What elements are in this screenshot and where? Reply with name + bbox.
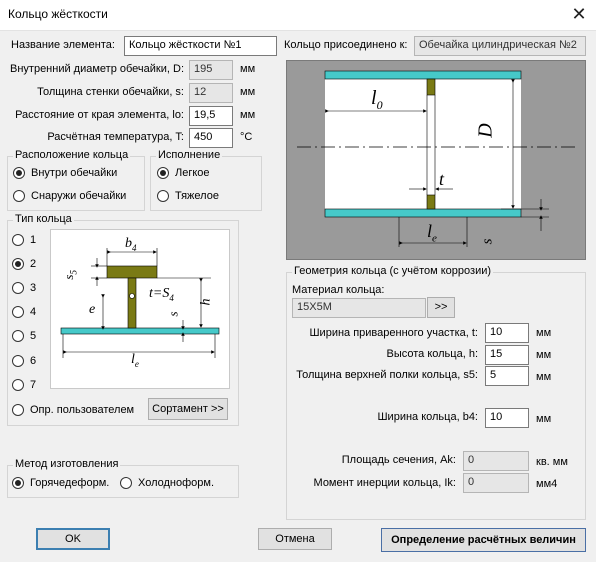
attached-to-label: Кольцо присоединено к: xyxy=(284,39,408,51)
ring-type-diagram xyxy=(60,248,220,358)
ring-width-label: Ширина кольца, b4: xyxy=(377,411,478,423)
inertia-field: 0 xyxy=(463,473,529,493)
d-label: D xyxy=(474,123,497,138)
ring-height-label: Высота кольца, h: xyxy=(386,348,479,360)
ok-button[interactable]: OK xyxy=(36,528,110,550)
inertia-unit: мм4 xyxy=(536,478,558,490)
ring-type-title: Тип кольца xyxy=(13,213,74,225)
ring-type-sketch: b4 s5 t=S4 e s h le xyxy=(50,229,230,389)
ring-location-group xyxy=(7,156,145,211)
design-temp-label: Расчётная температура, T: xyxy=(47,131,184,143)
manufacturing-cold-label[interactable]: Холодноформ. xyxy=(138,477,214,489)
shell-sketch: l0 D t le s xyxy=(286,60,586,260)
s-shell-label: s xyxy=(479,238,496,245)
h-label: h xyxy=(198,298,214,306)
element-name-label: Название элемента: xyxy=(11,39,115,51)
b4-label: b4 xyxy=(125,236,137,253)
ring-type-3-label[interactable]: 3 xyxy=(30,282,36,294)
flange-thickness-input[interactable]: 5 xyxy=(485,366,529,386)
flange-thickness-unit: мм xyxy=(536,371,552,383)
manufacturing-hot-label[interactable]: Горячедеформ. xyxy=(30,477,109,489)
ring-location-outside-label[interactable]: Снаружи обечайки xyxy=(31,190,126,202)
manufacturing-title: Метод изготовления xyxy=(13,458,121,470)
element-name-input[interactable]: Кольцо жёсткости №1 xyxy=(124,36,277,56)
s-label: s xyxy=(165,311,181,317)
ring-type-7-radio[interactable] xyxy=(12,379,24,391)
wall-thickness-unit: мм xyxy=(240,86,256,98)
le-shell-label: le xyxy=(427,221,437,245)
design-temp-input[interactable]: 450 xyxy=(189,128,233,148)
ring-location-title: Расположение кольца xyxy=(13,149,131,161)
inertia-label: Момент инерции кольца, Ik: xyxy=(313,477,456,489)
title-bar: Кольцо жёсткости ✕ xyxy=(0,0,596,31)
ring-location-outside-radio[interactable] xyxy=(13,190,25,202)
inner-diameter-unit: мм xyxy=(240,63,256,75)
edge-distance-input[interactable]: 19,5 xyxy=(189,106,233,126)
weld-width-unit: мм xyxy=(536,327,552,339)
calculate-button[interactable]: Определение расчётных величин xyxy=(381,528,586,552)
execution-heavy-radio[interactable] xyxy=(157,190,169,202)
area-unit: кв. мм xyxy=(536,456,568,468)
manufacturing-cold-radio[interactable] xyxy=(120,477,132,489)
ring-type-7-label[interactable]: 7 xyxy=(30,379,36,391)
t-label: t xyxy=(439,169,445,189)
sortament-button[interactable]: Сортамент >> xyxy=(148,398,228,420)
ring-type-2-label[interactable]: 2 xyxy=(30,258,36,270)
ring-location-inside-label[interactable]: Внутри обечайки xyxy=(31,167,117,179)
edge-distance-label: Расстояние от края элемента, lo: xyxy=(15,109,184,121)
ring-width-input[interactable]: 10 xyxy=(485,408,529,428)
s5-label: s5 xyxy=(60,270,79,280)
l0-label: l0 xyxy=(371,87,383,112)
wall-thickness-label: Толщина стенки обечайки, s: xyxy=(37,86,184,98)
ring-type-user-label[interactable]: Опр. пользователем xyxy=(30,404,134,416)
ring-height-unit: мм xyxy=(536,349,552,361)
ring-type-4-label[interactable]: 4 xyxy=(30,306,36,318)
execution-group xyxy=(150,156,262,211)
ring-type-5-label[interactable]: 5 xyxy=(30,330,36,342)
ring-width-unit: мм xyxy=(536,413,552,425)
cancel-button[interactable]: Отмена xyxy=(258,528,332,550)
material-field: 15Х5М xyxy=(292,298,426,318)
area-label: Площадь сечения, Ak: xyxy=(341,454,456,466)
ring-type-6-radio[interactable] xyxy=(12,355,24,367)
execution-light-label[interactable]: Легкое xyxy=(175,167,210,179)
wall-thickness-field: 12 xyxy=(189,83,233,103)
ring-type-1-label[interactable]: 1 xyxy=(30,234,36,246)
t-eq-label: t=S4 xyxy=(149,286,174,303)
ring-type-2-radio[interactable] xyxy=(12,258,24,270)
material-label: Материал кольца: xyxy=(292,284,385,296)
weld-width-input[interactable]: 10 xyxy=(485,323,529,343)
execution-title: Исполнение xyxy=(156,149,223,161)
geometry-title: Геометрия кольца (с учётом коррозии) xyxy=(292,265,494,277)
ring-type-user-radio[interactable] xyxy=(12,404,24,416)
e-label: e xyxy=(89,302,96,317)
close-icon[interactable]: ✕ xyxy=(568,3,590,25)
manufacturing-hot-radio[interactable] xyxy=(12,477,24,489)
flange-thickness-label: Толщина верхней полки кольца, s5: xyxy=(296,369,478,381)
execution-heavy-label[interactable]: Тяжелое xyxy=(175,190,219,202)
ring-type-1-radio[interactable] xyxy=(12,234,24,246)
design-temp-unit: °C xyxy=(240,131,253,143)
ring-height-input[interactable]: 15 xyxy=(485,345,529,365)
execution-light-radio[interactable] xyxy=(157,167,169,179)
inner-diameter-label: Внутренний диаметр обечайки, D: xyxy=(10,63,184,75)
material-select-button[interactable]: >> xyxy=(427,297,455,318)
window-title: Кольцо жёсткости xyxy=(8,7,108,21)
ring-type-4-radio[interactable] xyxy=(12,306,24,318)
ring-type-5-radio[interactable] xyxy=(12,330,24,342)
area-field: 0 xyxy=(463,451,529,471)
ring-location-inside-radio[interactable] xyxy=(13,167,25,179)
inner-diameter-field: 195 xyxy=(189,60,233,80)
ring-type-6-label[interactable]: 6 xyxy=(30,355,36,367)
le-label: le xyxy=(131,352,139,369)
attached-to-field: Обечайка цилиндрическая №2 xyxy=(414,36,586,56)
edge-distance-unit: мм xyxy=(240,109,256,121)
weld-width-label: Ширина приваренного участка, t: xyxy=(309,327,478,339)
ring-type-3-radio[interactable] xyxy=(12,282,24,294)
